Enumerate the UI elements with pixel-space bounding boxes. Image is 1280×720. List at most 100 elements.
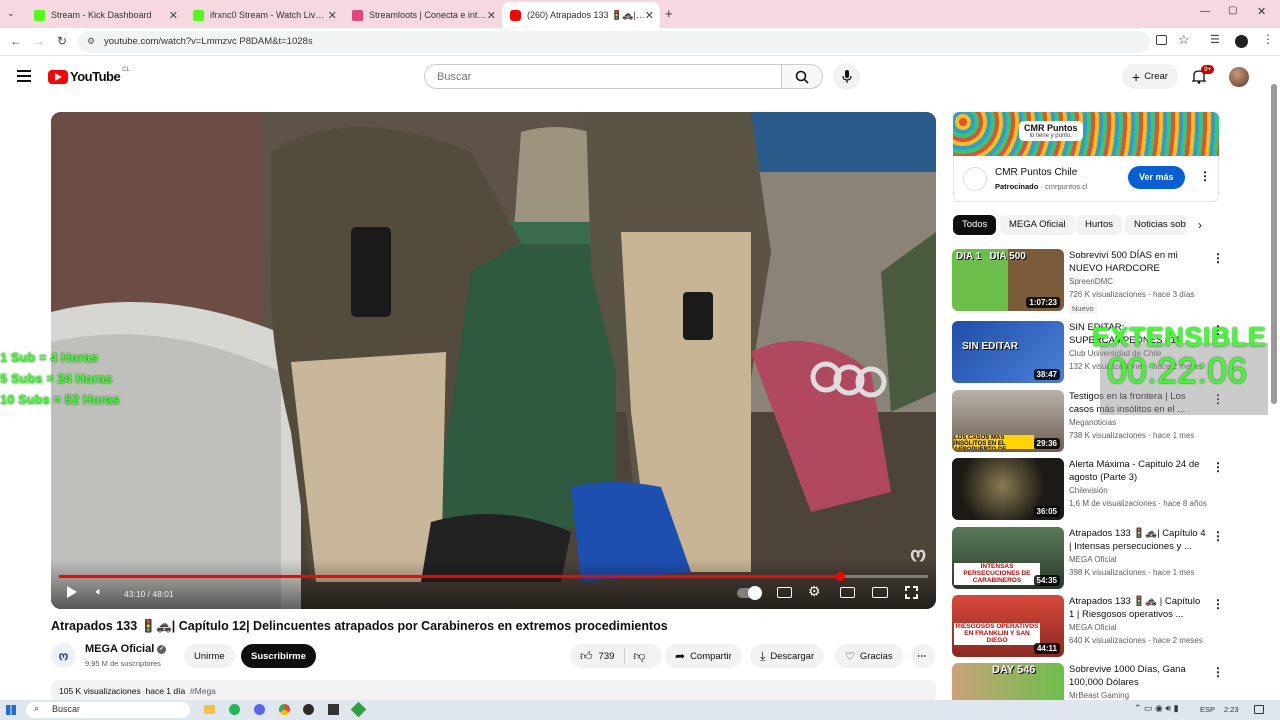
streamloots-favicon-icon <box>352 9 363 21</box>
profile-avatar[interactable] <box>1235 35 1248 48</box>
page-scrollbar[interactable] <box>1271 64 1277 694</box>
thanks-button[interactable]: ♡ Gracias <box>835 644 903 668</box>
browser-menu-icon[interactable]: ⋮ <box>1262 32 1274 46</box>
new-tab-button[interactable]: + <box>665 6 673 21</box>
more-options-icon[interactable]: ⋮ <box>1212 460 1224 474</box>
terminal-icon[interactable] <box>328 704 339 715</box>
description-box[interactable]: 105 K visualizaciones hace 1 día #Mega <box>51 680 936 702</box>
recommendation-item[interactable]: RIESGOSOS OPERATIVOS EN FRANKLIN Y SAN D… <box>952 595 1224 659</box>
subtitles-icon[interactable] <box>777 587 792 598</box>
like-button[interactable]: 👍︎ 739 <box>570 648 626 664</box>
clock[interactable]: 2:23 <box>1224 705 1239 714</box>
windows-start-icon[interactable] <box>6 705 16 715</box>
search-button[interactable] <box>781 64 823 89</box>
progress-bar[interactable] <box>59 572 928 581</box>
app-icon[interactable] <box>350 701 367 718</box>
video-thumbnail: LOS CASOS MÁS INSÓLITOS EN EL AEROPUERTO… <box>952 390 1064 452</box>
download-button[interactable]: ⤓ Descargar <box>750 644 825 668</box>
share-button[interactable]: ➦ Compartir <box>665 644 742 668</box>
chip-hurtos[interactable]: Hurtos <box>1076 215 1122 235</box>
forward-icon[interactable]: → <box>33 34 45 48</box>
language-indicator[interactable]: ESP <box>1200 705 1215 714</box>
close-icon[interactable]: ✕ <box>645 9 654 22</box>
channel-name[interactable]: MEGA Oficial ✓ <box>85 643 167 655</box>
search-icon: ⌕ <box>34 703 40 713</box>
youtube-logo[interactable]: YouTube CL <box>48 67 130 84</box>
browser-tab-active[interactable]: (260) Atrapados 133 🚦🚓| Capí ✕ <box>502 2 660 28</box>
maximize-icon[interactable]: ▢ <box>1228 5 1237 16</box>
create-button[interactable]: + Crear <box>1122 64 1178 89</box>
more-options-icon[interactable]: ⋮ <box>1212 665 1222 679</box>
chrome-icon[interactable] <box>279 704 290 715</box>
browser-toolbar: ← → ↻ ⚙ youtube.com/watch?v=Lmmzvc P8DAM… <box>0 28 1280 56</box>
volume-icon[interactable]: 🔈︎ <box>96 586 103 599</box>
theater-mode-icon[interactable] <box>872 587 888 598</box>
account-avatar[interactable] <box>1229 67 1249 87</box>
notification-badge: 9+ <box>1201 65 1215 74</box>
chip-noticias[interactable]: Noticias sob <box>1125 215 1187 235</box>
hamburger-menu-icon[interactable] <box>17 70 31 82</box>
browser-tab[interactable]: Streamloots | Conecta e interac ✕ <box>344 4 502 26</box>
subscribe-button[interactable]: Suscribirme <box>241 644 316 668</box>
discord-icon[interactable] <box>254 704 265 715</box>
video-thumbnail: DIA 1 DIA 500 1:07:23 <box>952 249 1064 311</box>
settings-gear-icon[interactable]: ⚙ <box>808 583 821 600</box>
more-actions-button[interactable]: ⋯ <box>911 644 935 668</box>
chip-mega-oficial[interactable]: MEGA Oficial <box>1000 215 1075 235</box>
autoplay-toggle[interactable] <box>737 586 762 600</box>
ad-card[interactable]: CMR Puntos Chile Patrocinado · cmrpuntos… <box>953 156 1219 202</box>
address-bar[interactable]: ⚙ youtube.com/watch?v=Lmmzvc P8DAM&t=102… <box>78 31 1150 53</box>
fullscreen-icon[interactable] <box>905 586 918 599</box>
taskbar-search[interactable]: ⌕ Buscar <box>26 702 190 718</box>
back-icon[interactable]: ← <box>10 34 22 48</box>
close-icon[interactable]: ✕ <box>487 9 496 22</box>
search-icon <box>795 70 809 84</box>
dislike-button[interactable]: 👎︎ <box>625 649 653 664</box>
recommendation-item[interactable]: DAY 546 Sobrevive 1000 Días, Gana 100,00… <box>952 663 1222 700</box>
reading-list-icon[interactable]: ☰ <box>1210 33 1220 46</box>
bookmark-star-icon[interactable]: ☆ <box>1178 32 1190 48</box>
subscriber-count: 9,95 M de suscriptores <box>85 659 161 668</box>
notifications-button[interactable]: 9+ <box>1191 65 1215 89</box>
recommendation-item[interactable]: INTENSAS PERSECUCIONES DE CARABINEROS 54… <box>952 527 1224 591</box>
hashtag-link[interactable]: #Mega <box>190 686 216 696</box>
sub-rules-overlay: 1 Sub = 4 Horas 5 Subs = 24 Horas 10 Sub… <box>0 350 120 407</box>
voice-search-button[interactable] <box>833 63 860 90</box>
obs-icon[interactable] <box>303 704 314 715</box>
time-display: 43:10 / 48:01 <box>124 589 174 599</box>
search-input[interactable]: Buscar <box>424 64 782 89</box>
minimize-icon[interactable]: — <box>1200 6 1210 17</box>
ad-cta-button[interactable]: Ver más <box>1128 166 1185 189</box>
browser-tab[interactable]: Stream - Kick Dashboard ✕ <box>26 4 184 26</box>
more-options-icon[interactable]: ⋮ <box>1212 597 1224 611</box>
ad-more-icon[interactable]: ⋮ <box>1199 169 1211 183</box>
browser-tab[interactable]: ifrxnc0 Stream - Watch Live on ✕ <box>185 4 343 26</box>
close-icon[interactable]: ✕ <box>169 9 178 22</box>
play-button[interactable] <box>67 586 77 598</box>
ad-banner[interactable]: CMR Puntos lo tiene y punto. <box>953 112 1219 156</box>
close-icon[interactable]: ✕ <box>328 9 337 22</box>
ad-banner-title-box: CMR Puntos lo tiene y punto. <box>1019 121 1083 141</box>
join-button[interactable]: Unirme <box>184 644 235 668</box>
controls-gradient <box>51 559 936 609</box>
system-tray-icons[interactable]: ⌃ ▭ ◉ 🔊︎ ▮ <box>1134 703 1179 714</box>
url-text: youtube.com/watch?v=Lmmzvc P8DAM&t=1028s <box>104 36 313 47</box>
site-info-icon[interactable]: ⚙ <box>87 36 95 47</box>
more-options-icon[interactable]: ⋮ <box>1212 251 1224 265</box>
notification-center-icon[interactable] <box>1254 705 1264 714</box>
video-player[interactable]: ო 🔈︎ 43:10 / 48:01 ⚙ <box>51 112 936 609</box>
stream-timer: 00:22:06 <box>1107 350 1248 391</box>
miniplayer-icon[interactable] <box>840 587 855 598</box>
channel-avatar[interactable]: ო <box>51 643 76 668</box>
recommendation-item[interactable]: 36:05 Alerta Máxima - Capitulo 24 de ago… <box>952 458 1224 522</box>
install-icon[interactable] <box>1156 35 1167 45</box>
recommendation-item[interactable]: DIA 1 DIA 500 1:07:23 Sobreviví 500 DÍAS… <box>952 249 1224 314</box>
tab-list-button[interactable]: ⌄ <box>7 8 15 19</box>
spotify-icon[interactable] <box>229 704 240 715</box>
more-options-icon[interactable]: ⋮ <box>1212 529 1224 543</box>
reload-icon[interactable]: ↻ <box>57 34 67 48</box>
chip-all[interactable]: Todos <box>953 215 997 235</box>
window-close-icon[interactable]: ✕ <box>1257 5 1266 18</box>
chips-next-icon[interactable]: › <box>1198 218 1202 232</box>
file-explorer-icon[interactable] <box>204 705 215 714</box>
